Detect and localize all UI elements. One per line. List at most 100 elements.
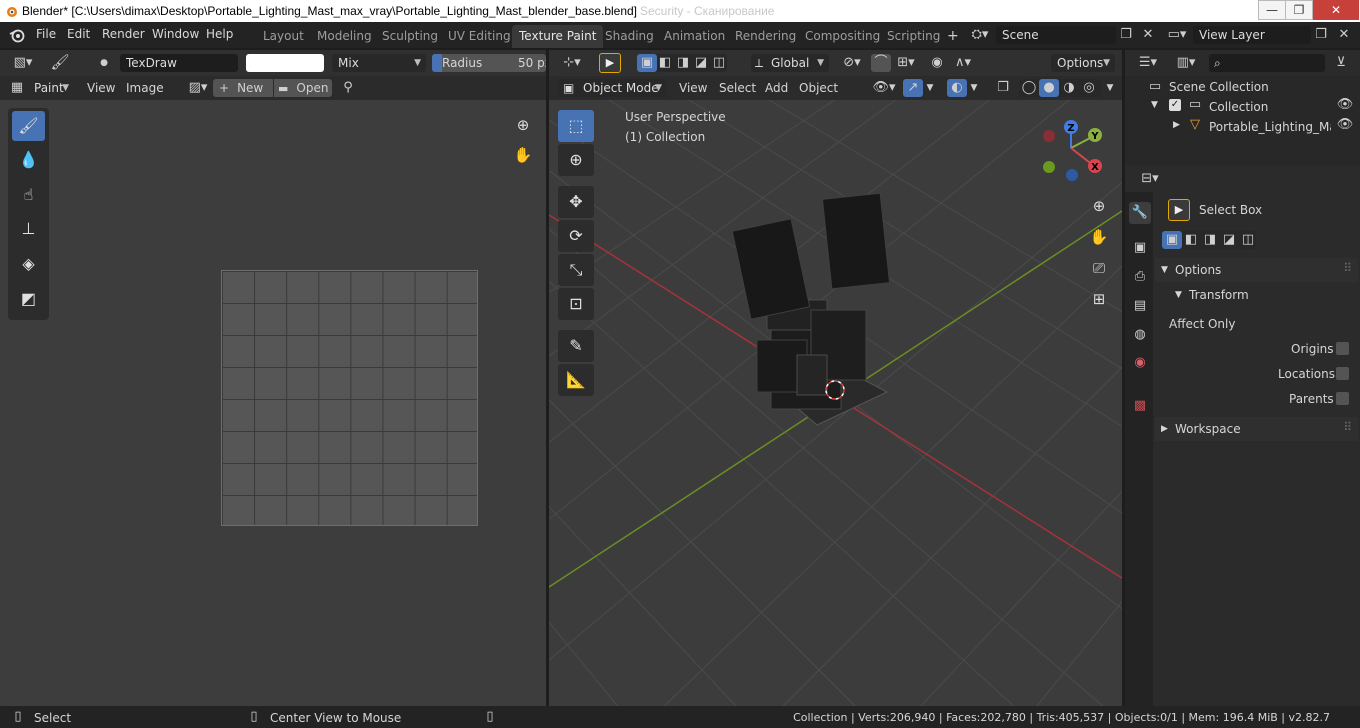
tab-scripting[interactable]: Scripting	[880, 25, 947, 48]
proportional-edit-icon[interactable]: ◉	[927, 54, 947, 72]
brush-name-field[interactable]: TexDraw	[120, 54, 238, 72]
material-shading-icon[interactable]: ◑	[1059, 79, 1079, 97]
delete-scene-icon[interactable]: ✕	[1138, 26, 1158, 44]
navigation-gizmo[interactable]: Z Y X	[1043, 120, 1102, 181]
fill-tool-icon[interactable]: ◈	[12, 249, 45, 279]
viewport-menu-object[interactable]: Object	[799, 81, 838, 95]
add-workspace-button[interactable]: +	[940, 25, 966, 48]
invert-selection-icon[interactable]: ◪	[1219, 231, 1239, 249]
brush-browse-icon[interactable]: ●	[94, 54, 114, 72]
viewport-menu-select[interactable]: Select	[719, 81, 756, 95]
intersect-selection-icon[interactable]: ◫	[1238, 231, 1258, 249]
brush-tool-icon[interactable]: 🖌	[50, 53, 70, 71]
output-properties-tab-icon[interactable]: ⎙	[1129, 266, 1151, 288]
scale-tool-icon[interactable]: ⤡	[558, 254, 594, 286]
drag-handle-icon[interactable]: ⠿	[1343, 256, 1352, 280]
outliner-editor-type-icon[interactable]: ☰▾	[1133, 54, 1163, 72]
rendered-shading-icon[interactable]: ◎	[1079, 79, 1099, 97]
overlay-toggle-icon[interactable]: ◐	[947, 79, 967, 97]
shading-dropdown-icon[interactable]: ▼	[1103, 79, 1117, 97]
object-label[interactable]: Portable_Lighting_Mast_max_	[1209, 120, 1331, 134]
soften-tool-icon[interactable]: 💧	[12, 145, 45, 175]
world-properties-tab-icon[interactable]: ◉	[1129, 352, 1151, 374]
mode-dropdown[interactable]: Paint ▼	[26, 79, 74, 97]
intersect-selection-icon[interactable]: ◫	[709, 54, 729, 72]
expand-object-icon[interactable]: ▶	[1173, 120, 1180, 130]
clone-tool-icon[interactable]: ⊥	[12, 214, 45, 244]
extend-selection-icon[interactable]: ◧	[1181, 231, 1201, 249]
menu-file[interactable]: File	[36, 27, 56, 41]
outliner-filter-icon[interactable]: ⊻	[1331, 54, 1351, 72]
tab-texture-paint[interactable]: Texture Paint	[512, 25, 604, 48]
select-box-tool-icon[interactable]: ▶	[599, 53, 621, 73]
solid-shading-icon[interactable]: ●	[1039, 79, 1059, 97]
view-layer-field[interactable]: View Layer	[1193, 26, 1311, 44]
object-mode-dropdown[interactable]: ▣ Object Mode ▼	[557, 79, 667, 97]
locations-checkbox[interactable]	[1336, 367, 1349, 380]
snap-element-icon[interactable]: ⊞▾	[891, 54, 921, 72]
tab-animation[interactable]: Animation	[657, 25, 732, 48]
transform-tool-icon[interactable]: ⊡	[558, 288, 594, 320]
viewport-menu-view[interactable]: View	[679, 81, 707, 95]
gizmo-toggle-icon[interactable]: ↗	[903, 79, 923, 97]
eye-icon[interactable]: 👁	[1335, 96, 1355, 114]
close-window-button[interactable]: ✕	[1313, 0, 1359, 20]
falloff-icon[interactable]: ∧▾	[949, 54, 977, 72]
invert-selection-icon[interactable]: ◪	[691, 54, 711, 72]
collection-checkbox[interactable]: ✓	[1169, 99, 1181, 111]
radius-slider[interactable]: Radius 50 px	[432, 54, 546, 72]
xray-toggle-icon[interactable]: ❐	[993, 79, 1013, 97]
maximize-button[interactable]: ❐	[1285, 0, 1313, 20]
gizmo-dropdown-icon[interactable]: ▼	[923, 79, 937, 97]
draw-tool-icon[interactable]: 🖌	[12, 111, 45, 141]
scene-collection-label[interactable]: Scene Collection	[1169, 80, 1269, 94]
outliner-search-input[interactable]: ⌕	[1209, 54, 1325, 72]
viewport-editor-type-icon[interactable]: ⊹▾	[557, 54, 587, 72]
set-selection-icon[interactable]: ▣	[637, 54, 657, 72]
display-mode-icon[interactable]: ▥▾	[1171, 54, 1201, 72]
collection-label[interactable]: Collection	[1209, 100, 1268, 114]
subtract-selection-icon[interactable]: ◨	[673, 54, 693, 72]
camera-view-icon[interactable]: ⎚	[1086, 255, 1112, 281]
menu-render[interactable]: Render	[102, 27, 145, 41]
viewport-menu-add[interactable]: Add	[765, 81, 788, 95]
gizmo-neg-z-icon[interactable]	[1066, 169, 1078, 181]
set-selection-icon[interactable]: ▣	[1162, 231, 1182, 249]
new-scene-icon[interactable]: ❐	[1116, 26, 1136, 44]
viewport-zoom-icon[interactable]: ⊕	[1086, 193, 1112, 219]
parents-checkbox[interactable]	[1336, 392, 1349, 405]
3d-viewport[interactable]: Z Y X	[549, 100, 1122, 706]
gizmo-neg-y-icon[interactable]	[1043, 161, 1055, 173]
scene-properties-tab-icon[interactable]: ◍	[1129, 324, 1151, 346]
rotate-tool-icon[interactable]: ⟳	[558, 220, 594, 252]
origins-checkbox[interactable]	[1336, 342, 1349, 355]
viewport-pan-icon[interactable]: ✋	[1086, 224, 1112, 250]
pan-hand-icon[interactable]: ✋	[510, 142, 536, 168]
expand-collection-icon[interactable]: ▼	[1151, 100, 1158, 110]
transform-subpanel-header[interactable]: ▼ Transform	[1155, 283, 1358, 307]
brush-color-swatch[interactable]	[246, 54, 324, 72]
pivot-point-icon[interactable]: ⊘▾	[837, 54, 867, 72]
smear-tool-icon[interactable]: ☝	[12, 180, 45, 210]
open-image-button[interactable]: ▬ Open	[274, 79, 332, 97]
editor-type-icon[interactable]: ▧▾	[8, 54, 38, 72]
image-browse-icon[interactable]: ▨▾	[184, 79, 212, 97]
tool-properties-tab-icon[interactable]: 🔧	[1129, 202, 1151, 224]
zoom-icon[interactable]: ⊕	[510, 112, 536, 138]
view-layer-icon[interactable]: ▭▾	[1163, 26, 1191, 44]
tab-modeling[interactable]: Modeling	[310, 25, 379, 48]
menu-help[interactable]: Help	[206, 27, 233, 41]
move-tool-icon[interactable]: ✥	[558, 186, 594, 218]
render-properties-tab-icon[interactable]: ▣	[1129, 237, 1151, 259]
menu-edit[interactable]: Edit	[67, 27, 90, 41]
gizmo-neg-x-icon[interactable]	[1043, 130, 1055, 142]
menu-image[interactable]: Image	[126, 81, 164, 95]
texture-properties-tab-icon[interactable]: ▩	[1129, 395, 1151, 417]
blender-menu-icon[interactable]	[9, 27, 25, 43]
subtract-selection-icon[interactable]: ◨	[1200, 231, 1220, 249]
pin-icon[interactable]: ⚲	[338, 79, 358, 97]
tab-layout[interactable]: Layout	[256, 25, 311, 48]
orientation-dropdown[interactable]: ⟂ Global ▼	[751, 54, 829, 72]
visibility-filter-icon[interactable]: 👁▾	[869, 79, 899, 97]
tab-rendering[interactable]: Rendering	[728, 25, 803, 48]
